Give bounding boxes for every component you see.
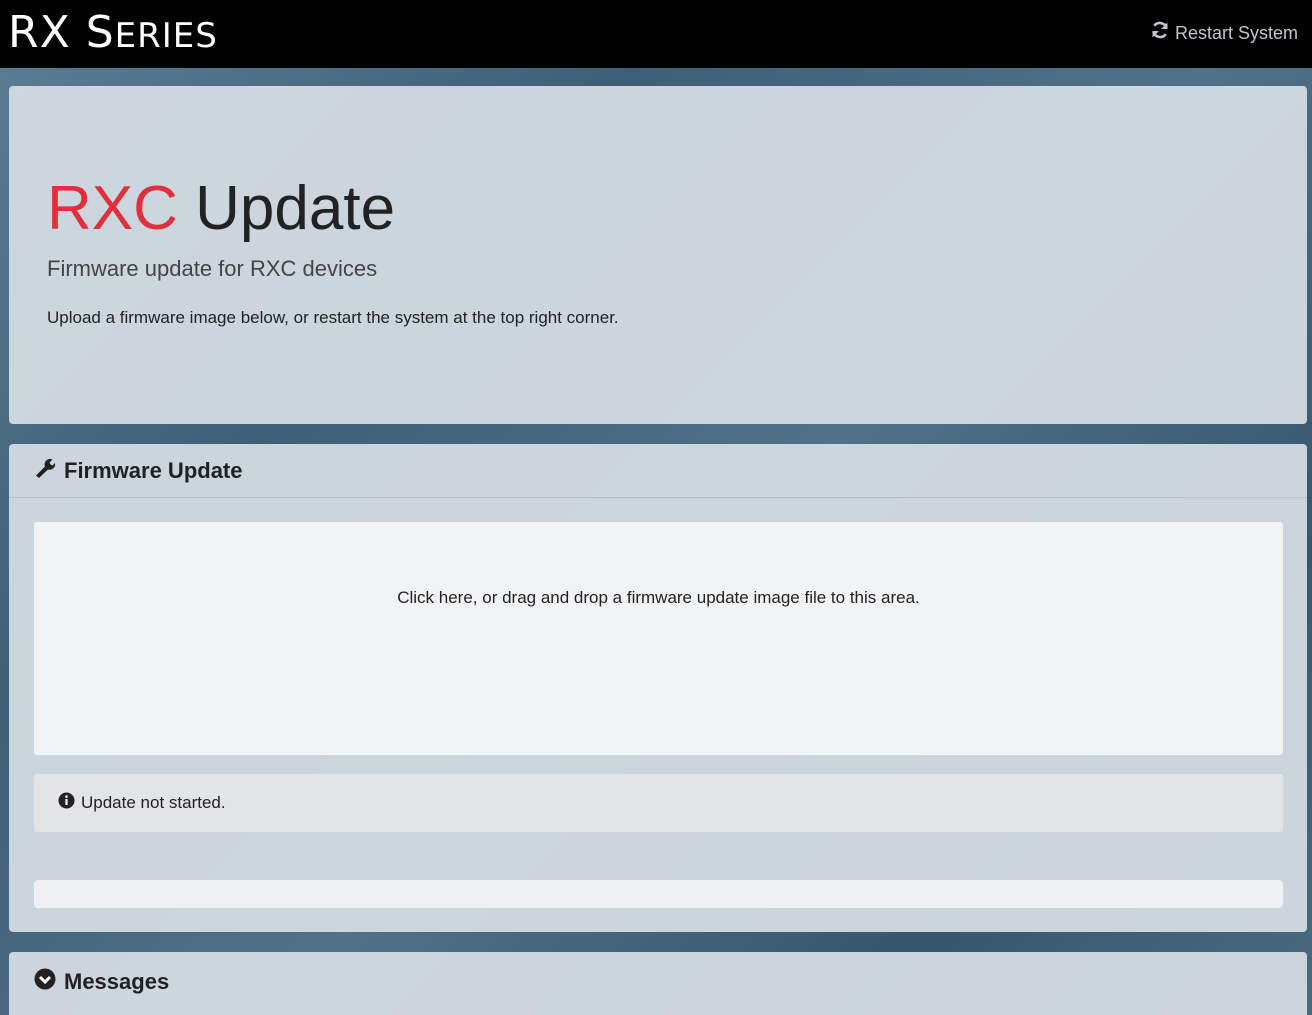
messages-heading[interactable]: Messages [9, 952, 1307, 1012]
restart-system-label: Restart System [1174, 23, 1298, 43]
update-status-alert: Update not started. [34, 774, 1283, 832]
page-title-accent: RXC [47, 174, 178, 243]
wrench-icon [34, 457, 56, 485]
chevron-circle-down-icon [34, 968, 56, 996]
firmware-update-panel: Firmware Update Click here, or drag and … [9, 444, 1307, 932]
restart-system-link[interactable]: Restart System [1150, 20, 1298, 46]
info-circle-icon [58, 792, 75, 814]
page-description: Upload a firmware image below, or restar… [47, 308, 619, 327]
page-subtitle: Firmware update for RXC devices [47, 256, 378, 281]
firmware-update-heading-label: Firmware Update [64, 457, 243, 483]
top-navbar: RX SERIES Restart System [0, 0, 1312, 68]
firmware-update-heading: Firmware Update [9, 444, 1307, 498]
page-title: RXC Update [47, 174, 395, 244]
brand-logo: RX SERIES [8, 7, 218, 58]
firmware-dropzone[interactable]: Click here, or drag and drop a firmware … [34, 522, 1283, 755]
page-title-rest: Update [177, 174, 396, 243]
messages-panel[interactable]: Messages [9, 952, 1307, 1015]
update-status-text: Update not started. [81, 793, 226, 812]
jumbotron: RXC Update Firmware update for RXC devic… [9, 86, 1307, 424]
refresh-icon [1150, 20, 1170, 46]
dropzone-text: Click here, or drag and drop a firmware … [397, 588, 920, 607]
update-progress-bar [34, 880, 1283, 908]
messages-heading-label: Messages [64, 969, 170, 994]
